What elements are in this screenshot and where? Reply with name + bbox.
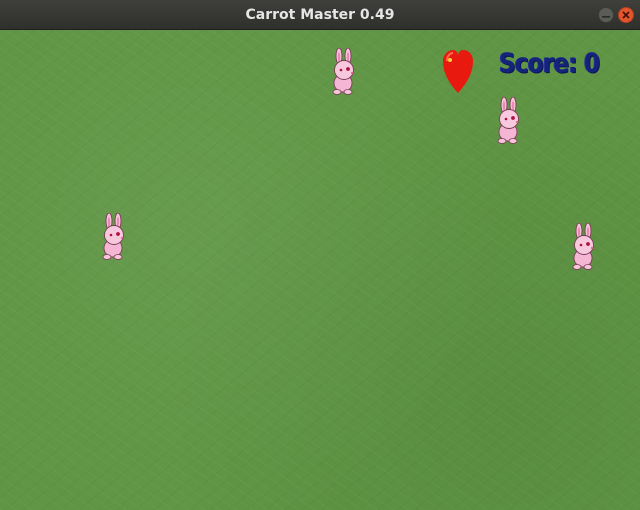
heart-icon [443,50,473,93]
bunny-sprite[interactable] [98,213,130,261]
bunny-sprite[interactable] [568,223,600,271]
game-canvas[interactable]: Score: 0 [0,30,640,510]
close-icon [622,11,630,19]
game-window: Carrot Master 0.49 Score: 0 [0,0,640,510]
title-bar[interactable]: Carrot Master 0.49 [0,0,640,30]
close-button[interactable] [618,7,634,23]
bunny-sprite[interactable] [328,48,360,96]
score-label: Score: [499,48,578,79]
score-value: 0 [584,48,600,79]
score-display: Score: 0 [499,44,600,84]
window-title: Carrot Master 0.49 [245,7,395,23]
bunny-sprite[interactable] [493,97,525,145]
minimize-button[interactable] [598,7,614,23]
minimize-icon [602,16,610,18]
